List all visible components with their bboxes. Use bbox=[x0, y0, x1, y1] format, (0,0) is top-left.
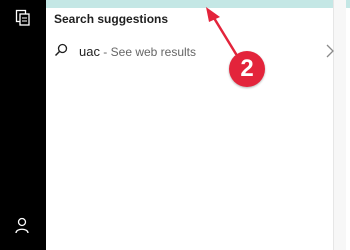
annotation-arrow bbox=[206, 7, 238, 56]
step-badge: 2 bbox=[229, 51, 265, 87]
